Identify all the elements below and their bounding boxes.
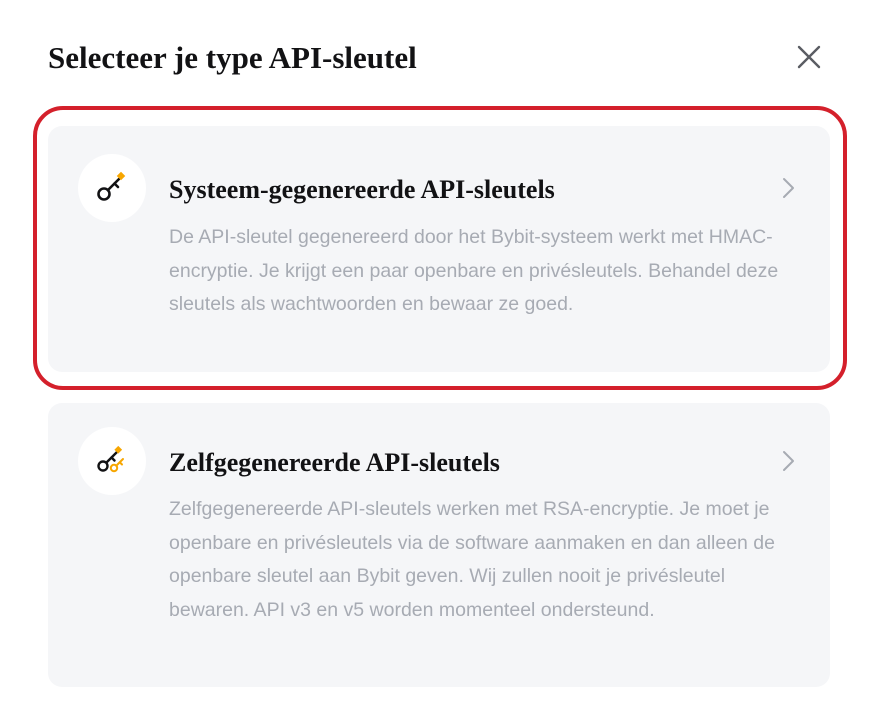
chevron-right-icon (783, 178, 794, 198)
option-description: Zelfgegenereerde API-sleutels werken met… (169, 498, 775, 621)
option-title: Zelfgegenereerde API-sleutels (169, 448, 500, 477)
icon-circle (78, 154, 146, 222)
option-title: Systeem-gegenereerde API-sleutels (169, 175, 555, 204)
option-system-generated-keys[interactable]: Systeem-gegenereerde API-sleutels De API… (48, 126, 830, 372)
close-icon (797, 45, 821, 69)
option-self-generated-keys[interactable]: Zelfgegenereerde API-sleutels Zelfgegene… (48, 403, 830, 687)
icon-circle (78, 427, 146, 495)
option-description: De API-sleutel gegenereerd door het Bybi… (169, 226, 779, 315)
close-button[interactable] (788, 36, 830, 78)
modal-title: Selecteer je type API-sleutel (48, 40, 417, 75)
chevron-right-icon (783, 451, 794, 471)
key-pair-icon (97, 445, 124, 473)
key-icon (97, 171, 126, 201)
